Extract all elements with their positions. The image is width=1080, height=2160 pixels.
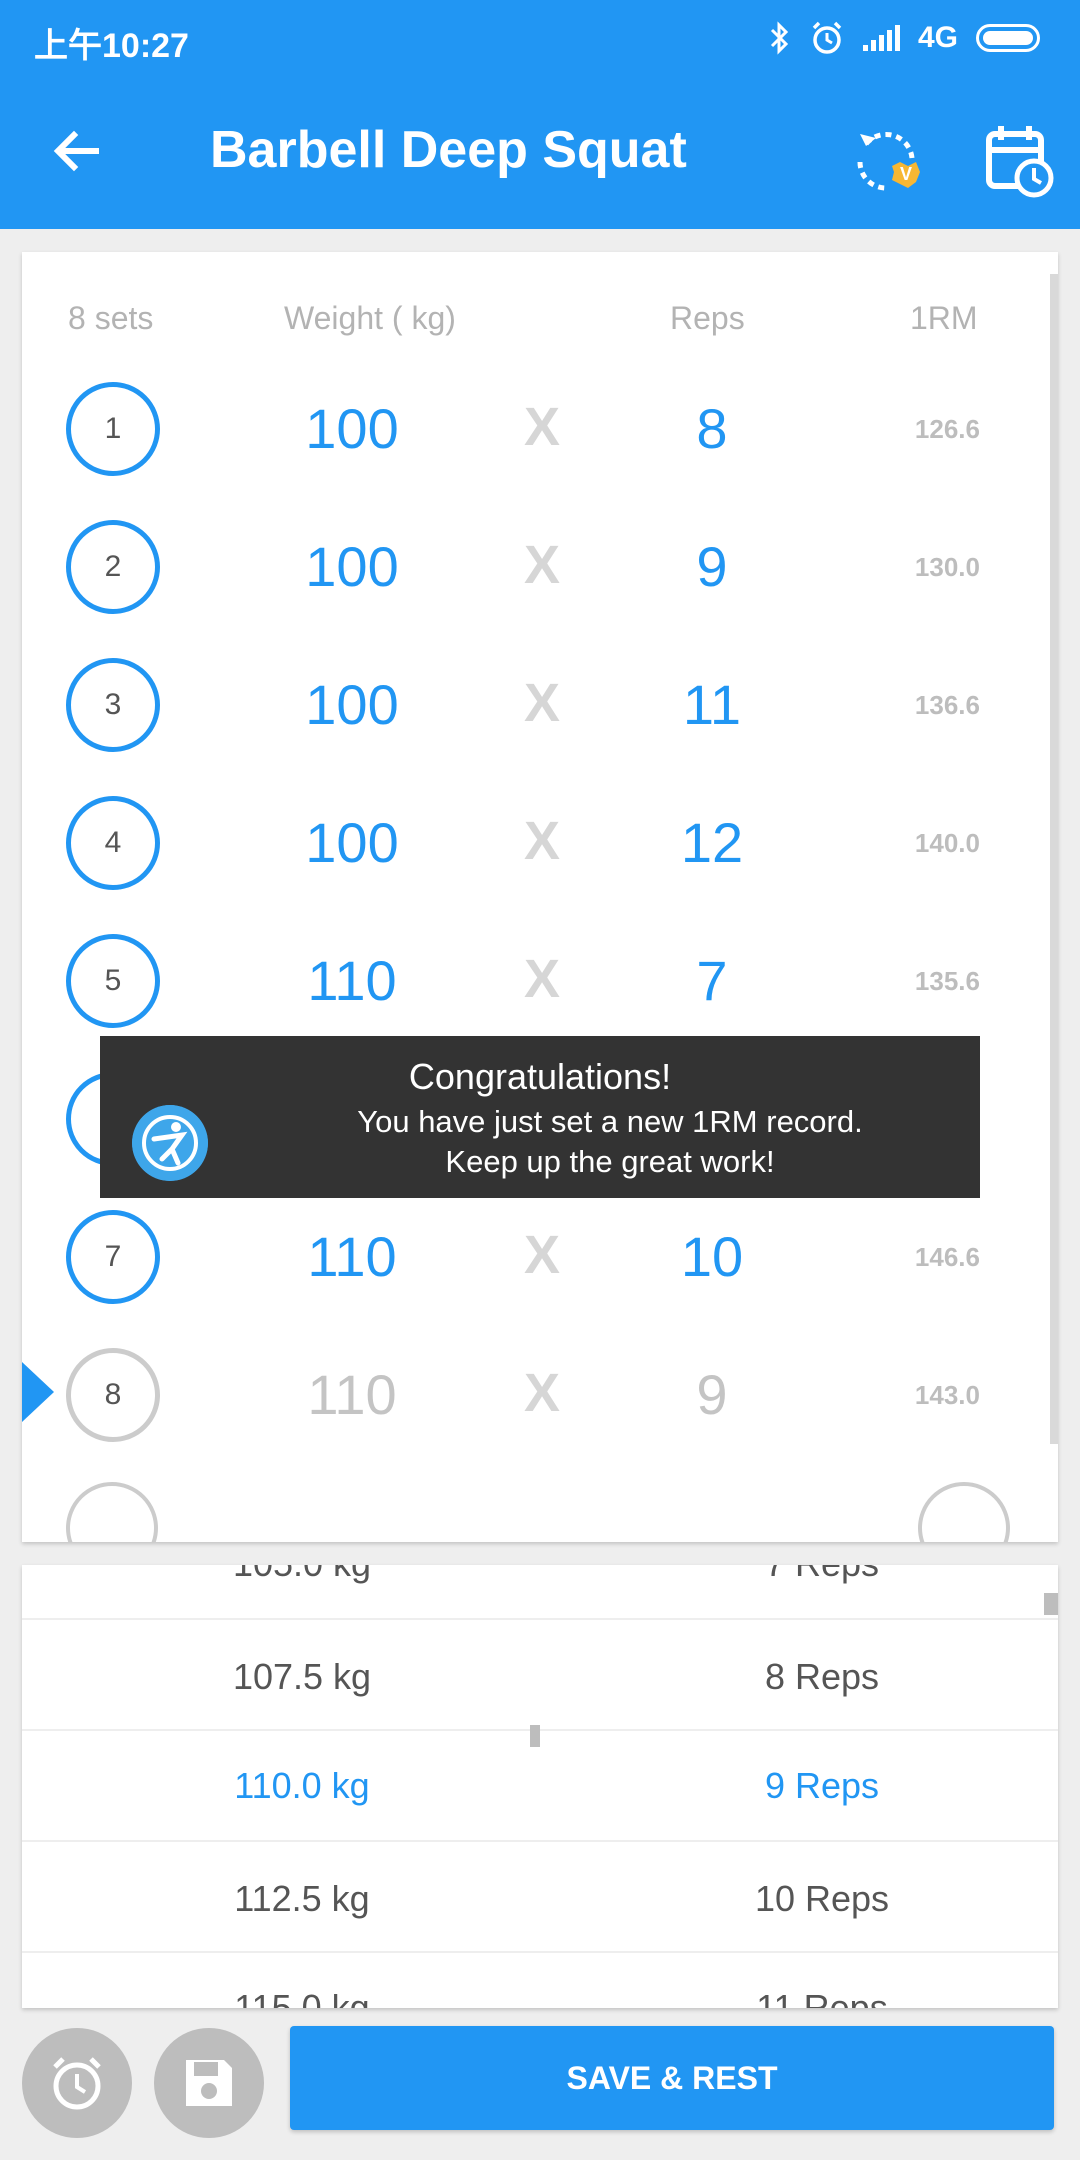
picker-row[interactable]: 105.0 kg 7 Reps [22,1565,1058,1617]
set-reps[interactable]: 12 [632,810,792,875]
set-number: 7 [66,1210,160,1304]
weight-reps-picker[interactable]: 105.0 kg 7 Reps 107.5 kg 8 Reps 110.0 kg… [22,1565,1058,2008]
set-weight[interactable]: 100 [242,672,462,737]
set-weight[interactable]: 100 [242,810,462,875]
save-draft-button[interactable] [154,2028,264,2138]
times-sign: X [523,811,561,871]
header-weight: Weight ( kg) [284,300,456,336]
current-set-pointer [22,1362,54,1422]
status-time: 上午10:27 [34,27,189,65]
set-number: 3 [66,658,160,752]
toast-line-2: Keep up the great work! [445,1144,775,1179]
set-1rm: 126.6 [914,414,980,444]
set-row[interactable]: 2 100 X 9 130.0 [22,496,1058,634]
picker-weight[interactable]: 115.0 kg [132,1987,472,2008]
network-label: 4G [917,21,958,54]
picker-row[interactable]: 112.5 kg 10 Reps [22,1840,1058,1952]
picker-reps[interactable]: 10 Reps [642,1878,1002,1920]
header-sets: 8 sets [68,300,154,336]
set-row[interactable]: 3 100 X 11 136.6 [22,634,1058,772]
set-number: 5 [66,934,160,1028]
times-sign: X [523,673,561,733]
battery-icon [976,24,1040,52]
toast-title: Congratulations! [408,1056,672,1097]
set-row[interactable]: 1 100 X 8 126.6 [22,358,1058,496]
times-sign: X [523,949,561,1009]
set-1rm: 143.0 [914,1380,980,1410]
sync-vip-icon[interactable]: V [848,122,928,202]
app-logo-icon [132,1105,208,1181]
picker-row[interactable]: 107.5 kg 8 Reps [22,1618,1058,1730]
set-weight[interactable]: 100 [242,396,462,461]
set-weight[interactable]: 110 [242,948,462,1013]
status-icons: 4G [769,16,1040,60]
alarm-icon [812,21,842,54]
set-row[interactable]: 5 110 X 7 135.6 [22,910,1058,1048]
picker-divider-handle [530,1725,540,1747]
rest-timer-button[interactable] [22,2028,132,2138]
set-weight[interactable]: 110 [242,1362,462,1427]
set-row[interactable]: 4 100 X 12 140.0 [22,772,1058,910]
set-number: 4 [66,796,160,890]
sets-card: 8 sets Weight ( kg) Reps 1RM 1 100 X 8 1… [22,252,1058,1542]
add-set-circle[interactable] [66,1482,158,1542]
floppy-disk-icon [186,2060,232,2106]
set-reps[interactable]: 9 [632,534,792,599]
times-sign: X [523,535,561,595]
picker-weight[interactable]: 105.0 kg [132,1565,472,1585]
picker-reps[interactable]: 9 Reps [642,1765,1002,1807]
picker-reps[interactable]: 8 Reps [642,1656,1002,1698]
set-1rm: 136.6 [914,690,980,720]
more-circle[interactable] [918,1482,1010,1542]
picker-weight[interactable]: 110.0 kg [132,1765,472,1807]
set-1rm: 140.0 [914,828,980,858]
back-arrow-icon[interactable] [44,118,110,184]
set-number: 1 [66,382,160,476]
svg-text:V: V [900,164,912,184]
set-1rm: 146.6 [914,1242,980,1272]
picker-reps[interactable]: 7 Reps [642,1565,1002,1585]
set-row[interactable]: 7 110 X 10 146.6 [22,1186,1058,1324]
header-1rm: 1RM [910,300,978,336]
set-reps[interactable]: 7 [632,948,792,1013]
set-reps[interactable]: 10 [632,1224,792,1289]
bluetooth-icon [770,21,789,55]
app-bar: 上午10:27 4G Barbell Deep Squat V [0,0,1080,229]
set-number: 8 [66,1348,160,1442]
set-reps[interactable]: 8 [632,396,792,461]
toast-line-1: You have just set a new 1RM record. [357,1104,863,1139]
set-row-current[interactable]: 8 110 X 9 143.0 [22,1324,1058,1462]
alarm-clock-icon [53,2057,101,2110]
picker-scrollbar[interactable] [1044,1593,1058,1615]
signal-icon [862,25,900,51]
times-sign: X [523,1363,561,1423]
picker-weight[interactable]: 112.5 kg [132,1878,472,1920]
set-1rm: 130.0 [914,552,980,582]
times-sign: X [523,397,561,457]
picker-row-selected[interactable]: 110.0 kg 9 Reps [22,1729,1058,1841]
page-title: Barbell Deep Squat [210,121,687,179]
set-reps[interactable]: 11 [632,672,792,737]
times-sign: X [523,1225,561,1285]
header-reps: Reps [670,300,745,336]
set-reps[interactable]: 9 [632,1362,792,1427]
set-weight[interactable]: 110 [242,1224,462,1289]
calendar-clock-icon[interactable] [984,122,1054,202]
set-weight[interactable]: 100 [242,534,462,599]
picker-weight[interactable]: 107.5 kg [132,1656,472,1698]
picker-reps[interactable]: 11 Reps [642,1987,1002,2008]
picker-row[interactable]: 115.0 kg 11 Reps [22,1951,1058,2008]
record-toast: Congratulations! You have just set a new… [100,1036,980,1198]
set-number: 2 [66,520,160,614]
cut-off-link[interactable] [322,1506,782,1514]
save-and-rest-button[interactable]: SAVE & REST [290,2026,1054,2130]
scrollbar[interactable] [1050,274,1058,1444]
set-1rm: 135.6 [914,966,980,996]
